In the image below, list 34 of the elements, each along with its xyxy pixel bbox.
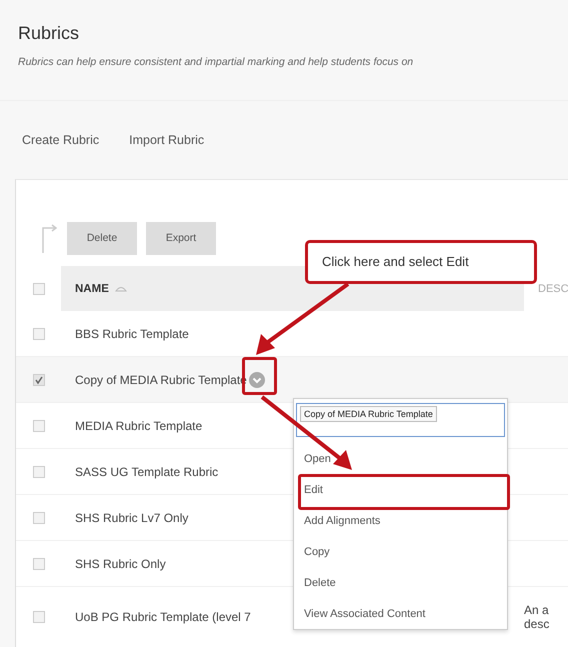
rubric-name: SHS Rubric Only (75, 556, 166, 570)
rubric-name: SASS UG Template Rubric (75, 464, 218, 478)
action-link[interactable]: Import Rubric (129, 133, 204, 147)
menu-item[interactable]: Open (304, 452, 331, 464)
action-link[interactable]: Create Rubric (22, 133, 100, 147)
checkbox[interactable] (32, 282, 44, 294)
menu-item[interactable]: Copy (304, 546, 330, 558)
menu-item[interactable]: View Associated Content (304, 608, 426, 620)
menu-item[interactable]: Edit (304, 484, 323, 496)
checkbox[interactable] (32, 420, 44, 432)
checkbox[interactable] (32, 512, 44, 524)
chevron-down-icon[interactable] (248, 372, 265, 388)
page-description: Rubrics can help ensure consistent and impartial marking and help students focus on (18, 56, 414, 68)
tooltip: Copy of MEDIA Rubric Template (300, 406, 437, 422)
rubric-name: UoB PG Rubric Template (level 7 (75, 610, 251, 624)
checkbox[interactable] (32, 611, 44, 623)
checkbox[interactable] (32, 466, 44, 478)
rubric-name: SHS Rubric Lv7 Only (75, 510, 188, 524)
checkbox[interactable] (32, 374, 44, 386)
toolbar-button[interactable]: Delete (67, 222, 137, 254)
checkbox[interactable] (32, 558, 44, 570)
checkbox[interactable] (32, 328, 44, 340)
menu-item[interactable]: Add Alignments (304, 514, 380, 526)
rubric-name: BBS Rubric Template (75, 326, 189, 340)
bracket-arrow-icon (40, 222, 58, 254)
rubric-name: MEDIA Rubric Template (75, 418, 202, 432)
menu-item[interactable]: Delete (304, 576, 336, 588)
toolbar-button[interactable]: Export (146, 222, 216, 254)
page-title: Rubrics (18, 23, 80, 44)
description-text: An a (524, 603, 550, 617)
description-text: desc (524, 617, 550, 631)
column-title[interactable]: NAME (75, 282, 109, 294)
sort-icon[interactable] (114, 285, 127, 292)
annotation-tooltip: Click here and select Edit (305, 240, 537, 284)
